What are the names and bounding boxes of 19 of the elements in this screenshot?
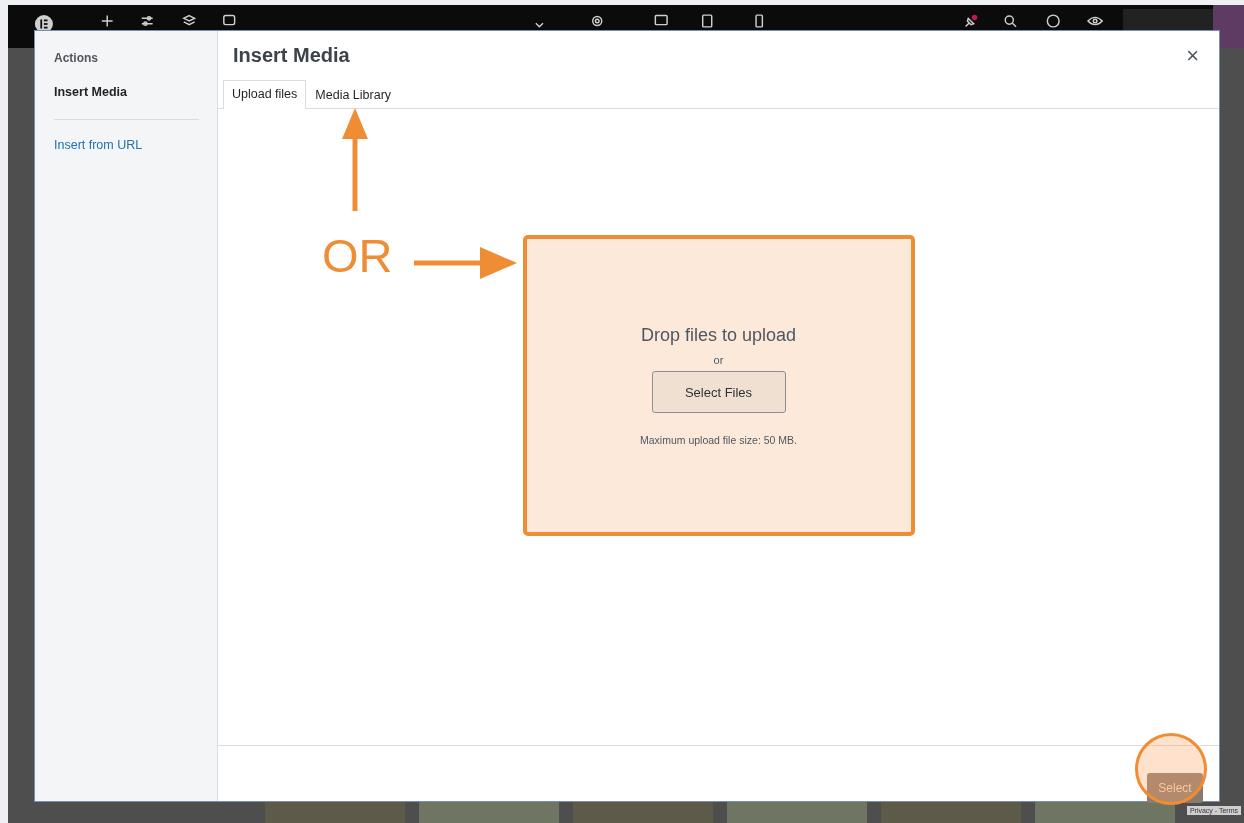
- sidebar-heading: Actions: [54, 51, 99, 65]
- tab[interactable]: Media Library: [306, 81, 401, 109]
- select-files-button[interactable]: Select Files: [651, 371, 786, 413]
- toolbar-button[interactable]: [1123, 9, 1214, 31]
- or-text: or: [713, 354, 724, 366]
- plus-icon[interactable]: [99, 13, 115, 29]
- search-icon[interactable]: [1003, 13, 1018, 29]
- sidebar-item[interactable]: Insert from URL: [54, 138, 199, 152]
- tablet-icon[interactable]: [700, 13, 715, 29]
- sliders-icon[interactable]: [140, 13, 155, 29]
- close-button[interactable]: ×: [1182, 44, 1203, 67]
- annotation-label: OR: [322, 232, 393, 279]
- dropzone-title: Drop files to upload: [640, 325, 797, 346]
- upload-limit-text: Maximum upload file size: 50 MB.: [640, 434, 797, 446]
- gear-icon[interactable]: [590, 13, 605, 29]
- tab[interactable]: Upload files: [223, 80, 307, 109]
- sidebar-item[interactable]: Insert Media: [54, 85, 199, 99]
- help-icon[interactable]: [1045, 13, 1061, 29]
- dialog-title: Insert Media: [233, 44, 351, 67]
